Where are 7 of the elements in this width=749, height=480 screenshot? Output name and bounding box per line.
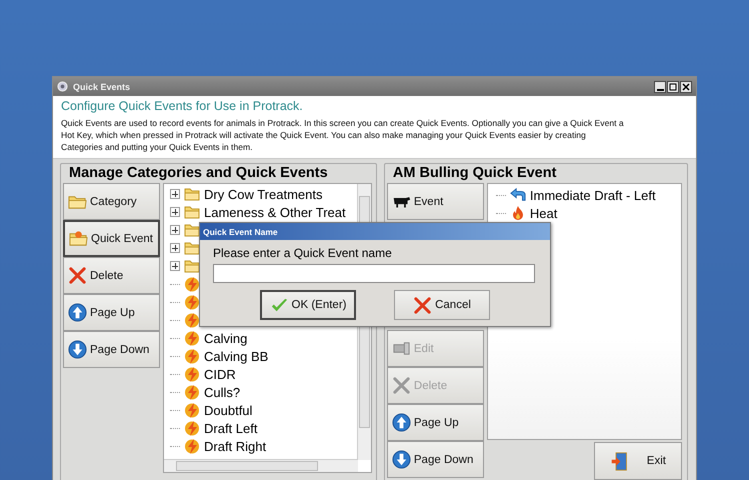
description: Quick Events are used to record events for animals in Protrack. In this screen you can create Quick Events. Optionally you can give a Quick Event a Hot Key, which when pressed in Protrack will activate the Quick Event. You can also make managing your Quick Events easier by creating Categories and putting your Quick Events in them. <box>61 117 625 153</box>
heading: Configure Quick Events for Use in Protrack. <box>61 99 304 113</box>
prompt-label: Please enter a Quick Event name <box>213 246 393 260</box>
window-title: Quick Events <box>73 82 132 92</box>
dialog-title: Quick Event Name <box>200 223 550 240</box>
group-title: Manage Categories and Quick Events <box>67 165 330 181</box>
group-title: AM Bulling Quick Event <box>390 165 558 181</box>
